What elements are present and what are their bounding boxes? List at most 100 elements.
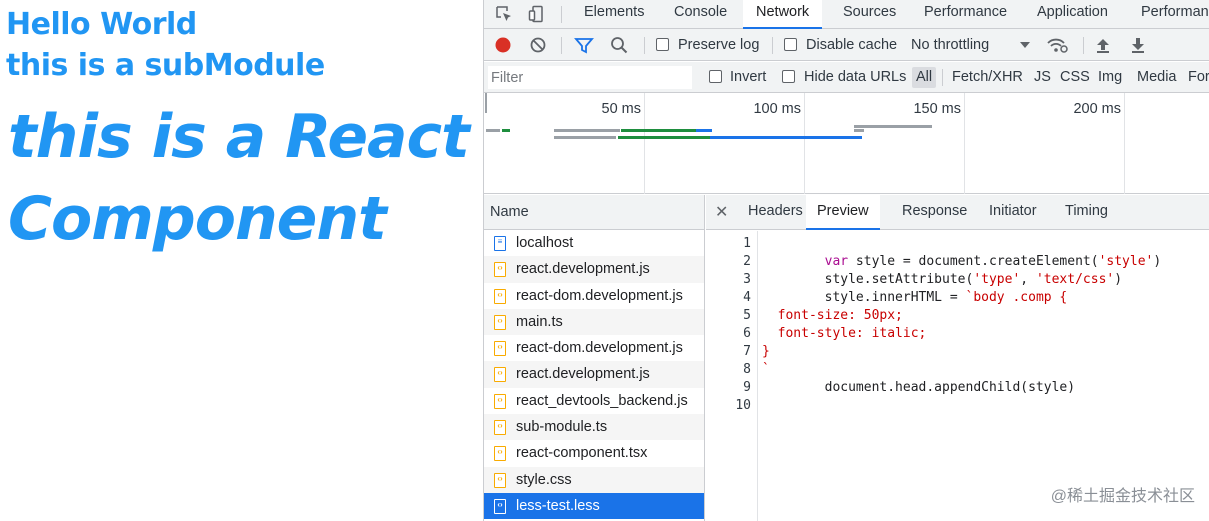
invert-checkbox[interactable] [709,70,722,83]
toolbar-divider [561,37,562,54]
disable-cache-checkbox[interactable] [784,38,797,51]
request-name: main.ts [516,313,563,330]
tab-elements[interactable]: Elements [571,0,657,29]
toolbar-divider [644,37,645,54]
type-filter-all[interactable]: All [912,67,937,88]
filter-icon[interactable] [573,34,595,56]
request-name: react.development.js [516,366,650,383]
invert-label[interactable]: Invert [730,67,766,87]
record-icon[interactable] [492,34,514,56]
tab-response[interactable]: Response [891,195,978,230]
inspect-element-icon[interactable] [493,3,515,25]
search-icon[interactable] [608,34,630,56]
submodule-heading: this is a subModule [6,48,325,83]
close-icon[interactable]: ✕ [715,202,728,222]
react-component-heading: this is a React Component [8,102,470,254]
request-row[interactable]: ≡ localhost [484,230,704,256]
hide-data-urls-checkbox[interactable] [782,70,795,83]
request-row[interactable]: ‹› react.development.js [484,256,704,283]
timeline-bar [554,129,620,132]
script-file-icon: ‹› [494,446,506,462]
code-preview[interactable]: 1 2 3 4 5 6 7 8 9 10 var style = document.createE… [706,231,1209,521]
request-row[interactable]: ‹› sub-module.ts [484,414,704,441]
disable-cache-label[interactable]: Disable cache [806,35,897,55]
tab-network[interactable]: Network [743,0,823,29]
tab-timing[interactable]: Timing [1054,195,1119,230]
watermark: @稀土掘金技术社区 [1050,488,1195,505]
tab-console[interactable]: Console [661,0,740,29]
line-number-gutter: 1 2 3 4 5 6 7 8 9 10 [706,231,758,521]
request-row[interactable]: ‹› react-dom.development.js [484,335,704,361]
chevron-down-icon[interactable] [1014,34,1036,56]
toolbar-divider [1083,37,1084,54]
request-name: react-component.tsx [516,445,648,462]
line-number: 4 [743,290,751,305]
devtools-tab-bar: Elements Console Network Sources Perform… [484,0,1209,29]
line-number: 10 [735,398,751,413]
tab-application[interactable]: Application [1024,0,1121,29]
tab-sources[interactable]: Sources [830,0,909,29]
script-file-icon: ‹› [494,393,506,409]
request-name: react_devtools_backend.js [516,392,688,409]
network-toolbar: Preserve log Disable cache No throttling [484,29,1209,61]
request-name: style.css [516,471,572,488]
script-file-icon: ‹› [494,420,506,436]
request-row[interactable]: ‹› react-dom.development.js [484,283,704,309]
code-line-2: var style = document.createElement('styl… [824,254,1162,269]
script-file-icon: ‹› [494,288,506,304]
code-line-3: style.setAttribute('type', 'text/css') [762,272,1123,287]
code-line-7: } [762,344,770,359]
tab-preview[interactable]: Preview [806,195,880,230]
script-file-icon: ‹› [494,262,506,278]
line-number: 8 [743,362,751,377]
clear-icon[interactable] [527,34,549,56]
type-filter-js[interactable]: JS [1030,67,1055,88]
code-line-9: document.head.appendChild(style) [762,380,1076,395]
hide-data-urls-label[interactable]: Hide data URLs [804,67,906,87]
network-conditions-icon[interactable] [1046,34,1068,56]
filter-divider [942,69,943,86]
upload-icon[interactable] [1092,34,1114,56]
type-filter-font[interactable]: For [1184,67,1209,88]
type-filter-css[interactable]: CSS [1056,67,1094,88]
preserve-log-checkbox[interactable] [656,38,669,51]
details-tab-bar: ✕ Headers Preview Response Initiator Tim… [706,195,1209,230]
request-row[interactable]: ‹› main.ts [484,308,704,336]
timeline-gridline [964,93,965,194]
request-name: less-test.less [516,497,600,514]
filter-input[interactable] [488,66,692,89]
filter-bar: Invert Hide data URLs All Fetch/XHR JS C… [484,62,1209,93]
type-filter-media[interactable]: Media [1133,67,1181,88]
tab-performance[interactable]: Performance [911,0,1020,29]
request-name: react-dom.development.js [516,287,683,304]
hello-heading: Hello World [6,7,197,42]
line-number: 3 [743,272,751,287]
request-row[interactable]: ‹› react-component.tsx [484,440,704,466]
download-icon[interactable] [1127,34,1149,56]
request-row[interactable]: ‹› react_devtools_backend.js [484,388,704,414]
timeline-gridline [1124,93,1125,194]
preserve-log-label[interactable]: Preserve log [678,35,759,55]
code-line-4: style.innerHTML = `body .comp { [762,290,1068,305]
request-row[interactable]: ‹› react.development.js [484,361,704,388]
request-row[interactable]: ‹› less-test.less [484,492,704,520]
tab-performance-insights[interactable]: Performan [1128,0,1209,29]
type-filter-fetch-xhr[interactable]: Fetch/XHR [948,67,1027,88]
timeline-gridline [644,93,645,194]
request-name: react-dom.development.js [516,340,683,357]
throttling-select[interactable]: No throttling [911,35,989,55]
timeline-bar [621,136,711,139]
request-name: localhost [516,235,574,251]
request-row[interactable]: ‹› style.css [484,466,704,493]
tab-initiator[interactable]: Initiator [978,195,1048,230]
tab-headers[interactable]: Headers [737,195,814,230]
timeline-bar [554,136,616,139]
timeline-bar [854,129,864,132]
request-name: react.development.js [516,261,650,278]
device-toolbar-icon[interactable] [526,3,548,25]
name-column-header[interactable]: Name [484,195,704,230]
type-filter-img[interactable]: Img [1094,67,1126,88]
script-file-icon: ‹› [494,314,506,330]
timeline-bar [710,136,862,139]
network-overview-timeline[interactable]: 50 ms 100 ms 150 ms 200 ms [484,93,1209,194]
